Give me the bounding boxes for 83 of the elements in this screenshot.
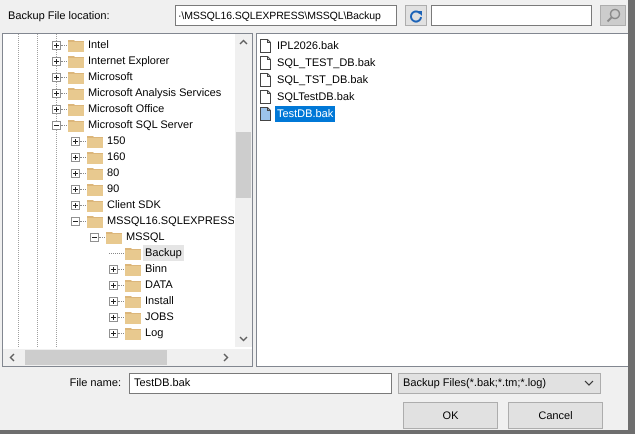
folder-item[interactable]: Log bbox=[143, 325, 166, 341]
file-item[interactable]: SQL_TEST_DB.bak bbox=[275, 54, 378, 70]
folder-icon bbox=[125, 310, 141, 324]
expand-toggle[interactable] bbox=[71, 184, 80, 194]
file-item[interactable]: IPL2026.bak bbox=[275, 38, 341, 54]
folder-item[interactable]: DATA bbox=[143, 277, 175, 293]
expand-toggle[interactable] bbox=[52, 88, 61, 98]
scrollbar-thumb[interactable] bbox=[236, 132, 251, 198]
folder-item[interactable]: 150 bbox=[105, 133, 128, 149]
file-name-field[interactable]: TestDB.bak bbox=[129, 372, 392, 394]
folder-item[interactable]: Backup bbox=[143, 245, 184, 261]
folder-icon bbox=[87, 214, 103, 228]
folder-item[interactable]: Microsoft bbox=[86, 69, 135, 85]
scrollbar-corner bbox=[235, 349, 252, 366]
expand-toggle[interactable] bbox=[109, 312, 118, 322]
expand-toggle[interactable] bbox=[71, 136, 80, 146]
file-icon bbox=[260, 56, 271, 70]
folder-item[interactable]: Microsoft Office bbox=[86, 101, 166, 117]
chevron-down-icon bbox=[584, 380, 594, 386]
horizontal-scrollbar[interactable] bbox=[3, 349, 235, 366]
file-item[interactable]: TestDB.bak bbox=[275, 106, 336, 122]
folder-icon bbox=[106, 230, 122, 244]
collapse-toggle[interactable] bbox=[90, 232, 99, 242]
folder-item[interactable]: Intel bbox=[86, 37, 111, 53]
folder-item[interactable]: MSSQL bbox=[124, 229, 167, 245]
ok-button[interactable]: OK bbox=[403, 402, 498, 429]
vertical-scrollbar[interactable] bbox=[235, 34, 252, 347]
cancel-button[interactable]: Cancel bbox=[508, 402, 603, 429]
search-field[interactable] bbox=[431, 5, 592, 26]
file-icon bbox=[260, 106, 271, 120]
folder-icon bbox=[87, 134, 103, 148]
expand-toggle[interactable] bbox=[71, 168, 80, 178]
folder-item[interactable]: 80 bbox=[105, 165, 122, 181]
folder-item[interactable]: JOBS bbox=[143, 309, 176, 325]
collapse-toggle[interactable] bbox=[71, 216, 80, 226]
file-type-dropdown[interactable]: Backup Files(*.bak;*.tm;*.log) bbox=[398, 372, 601, 394]
path-field[interactable]: ·\MSSQL16.SQLEXPRESS\MSSQL\Backup bbox=[175, 5, 397, 26]
folder-icon bbox=[87, 150, 103, 164]
file-item[interactable]: SQL_TST_DB.bak bbox=[275, 72, 370, 88]
expand-toggle[interactable] bbox=[109, 328, 118, 338]
folder-icon bbox=[68, 86, 84, 100]
folder-item[interactable]: MSSQL16.SQLEXPRESS bbox=[105, 213, 234, 229]
folder-icon bbox=[87, 166, 103, 180]
folder-item[interactable]: Internet Explorer bbox=[86, 53, 172, 69]
folder-icon bbox=[125, 326, 141, 340]
expand-toggle[interactable] bbox=[109, 296, 118, 306]
folder-icon bbox=[87, 182, 103, 196]
file-icon bbox=[260, 72, 271, 86]
collapse-toggle[interactable] bbox=[52, 120, 61, 130]
expand-toggle[interactable] bbox=[52, 104, 61, 114]
scrollbar-thumb[interactable] bbox=[25, 350, 167, 365]
folder-item[interactable]: Install bbox=[143, 293, 176, 309]
location-label: Backup File location: bbox=[8, 10, 110, 22]
file-icon bbox=[260, 38, 271, 52]
expand-toggle[interactable] bbox=[71, 152, 80, 162]
folder-icon bbox=[125, 262, 141, 276]
expand-toggle[interactable] bbox=[52, 40, 61, 50]
folder-icon bbox=[68, 38, 84, 52]
expand-toggle[interactable] bbox=[52, 72, 61, 82]
folder-icon bbox=[68, 102, 84, 116]
file-item[interactable]: SQLTestDB.bak bbox=[275, 88, 356, 104]
folder-icon bbox=[68, 118, 84, 132]
folder-item[interactable]: Microsoft SQL Server bbox=[86, 117, 195, 133]
folder-item[interactable]: Client SDK bbox=[105, 197, 163, 213]
folder-icon bbox=[68, 54, 84, 68]
folder-icon bbox=[125, 294, 141, 308]
folder-icon bbox=[87, 198, 103, 212]
folder-item[interactable]: 160 bbox=[105, 149, 128, 165]
folder-item[interactable]: Binn bbox=[143, 261, 170, 277]
expand-toggle[interactable] bbox=[109, 264, 118, 274]
folder-icon bbox=[125, 278, 141, 292]
refresh-icon bbox=[409, 8, 423, 22]
file-name-label: File name: bbox=[68, 377, 122, 389]
folder-icon bbox=[125, 246, 141, 260]
refresh-button[interactable] bbox=[405, 5, 427, 26]
expand-toggle[interactable] bbox=[71, 200, 80, 210]
folder-item[interactable]: 90 bbox=[105, 181, 122, 197]
expand-toggle[interactable] bbox=[52, 56, 61, 66]
folder-item[interactable]: Microsoft Analysis Services bbox=[86, 85, 224, 101]
expand-toggle[interactable] bbox=[109, 280, 118, 290]
file-icon bbox=[260, 90, 271, 104]
search-icon bbox=[606, 8, 620, 23]
folder-icon bbox=[68, 70, 84, 84]
